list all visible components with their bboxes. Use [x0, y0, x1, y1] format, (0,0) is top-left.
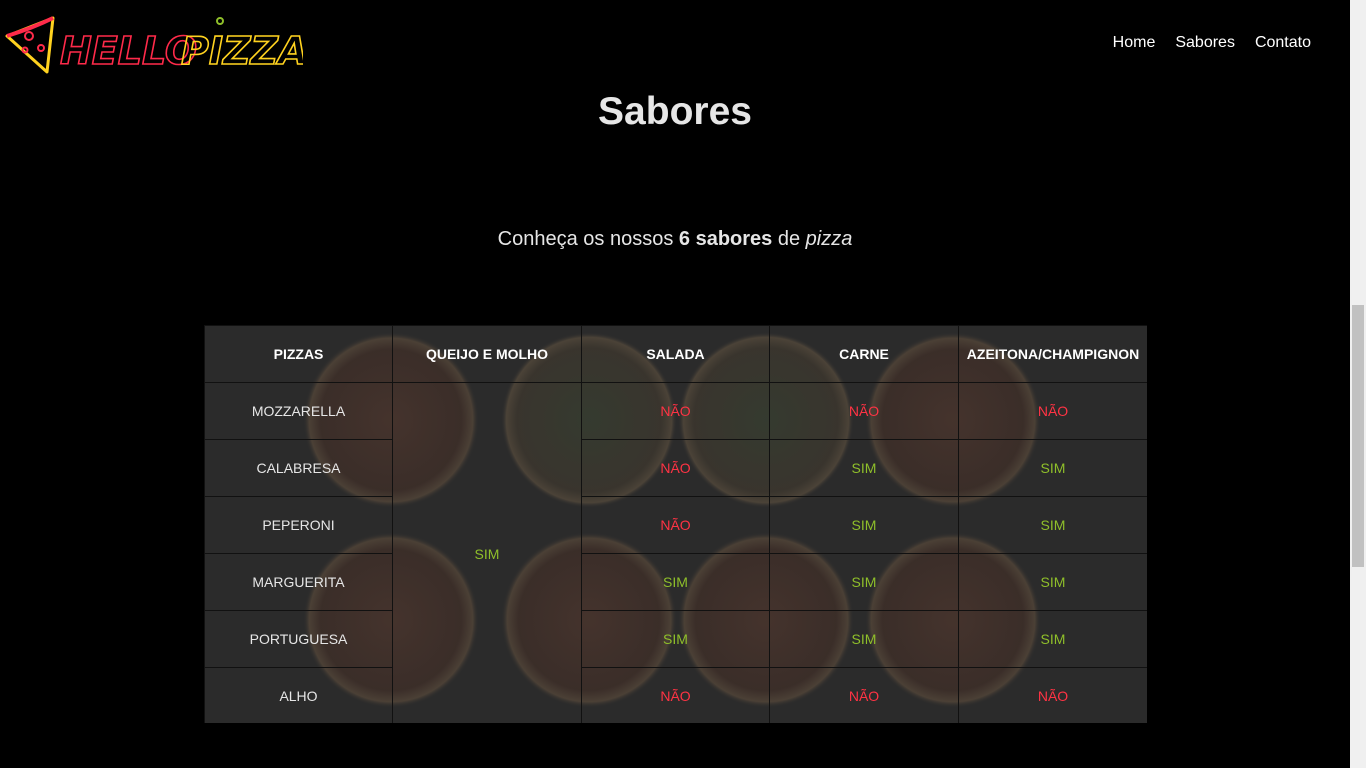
- table-row: MARGUERITA SIM SIM SIM: [204, 553, 1147, 611]
- carne-cell: NÃO: [769, 667, 959, 723]
- pizza-name: ALHO: [204, 667, 393, 723]
- site-header: HELLO PIZZA Home Sabores Contato: [0, 0, 1350, 90]
- subtitle-mid: de: [772, 228, 806, 250]
- page-title: Sabores: [598, 90, 752, 133]
- salada-cell: NÃO: [581, 496, 770, 554]
- table-row: PEPERONI NÃO SIM SIM: [204, 496, 1147, 554]
- queijo-molho-cell: SIM: [392, 382, 582, 723]
- salada-cell: SIM: [581, 553, 770, 611]
- carne-cell: NÃO: [769, 382, 959, 440]
- azeitona-cell: NÃO: [958, 382, 1147, 440]
- carne-cell: SIM: [769, 553, 959, 611]
- salada-cell: NÃO: [581, 439, 770, 497]
- salada-cell: NÃO: [581, 667, 770, 723]
- pizza-name: PORTUGUESA: [204, 610, 393, 668]
- flavors-table-wrapper: PIZZAS QUEIJO E MOLHO SALADA CARNE AZEIT…: [204, 325, 1147, 723]
- azeitona-cell: NÃO: [958, 667, 1147, 723]
- logo[interactable]: HELLO PIZZA: [3, 14, 303, 78]
- subtitle-italic: pizza: [805, 228, 853, 250]
- azeitona-cell: SIM: [958, 610, 1147, 668]
- azeitona-cell: SIM: [958, 496, 1147, 554]
- pizza-name: PEPERONI: [204, 496, 393, 554]
- table-row: MOZZARELLA SIM NÃO NÃO NÃO: [204, 382, 1147, 723]
- logo-pizza-text: PIZZA: [181, 29, 303, 73]
- azeitona-cell: SIM: [958, 439, 1147, 497]
- pizza-name: MARGUERITA: [204, 553, 393, 611]
- col-header-pizzas: PIZZAS: [204, 325, 393, 383]
- page-subtitle: Conheça os nossos 6 sabores de pizza: [0, 228, 1350, 251]
- nav-sabores[interactable]: Sabores: [1175, 34, 1235, 52]
- pizza-slice-icon: HELLO PIZZA: [5, 16, 303, 74]
- nav-contato[interactable]: Contato: [1255, 34, 1311, 52]
- logo-hello-text: HELLO: [60, 29, 197, 73]
- carne-cell: SIM: [769, 439, 959, 497]
- subtitle-bold: 6 sabores: [678, 228, 773, 250]
- carne-cell: SIM: [769, 610, 959, 668]
- table-row: CALABRESA NÃO SIM SIM: [204, 439, 1147, 497]
- subtitle-pre: Conheça os nossos: [497, 228, 679, 250]
- scrollbar-thumb[interactable]: [1352, 305, 1364, 567]
- main-nav: Home Sabores Contato: [1113, 34, 1311, 52]
- table-row: PORTUGUESA SIM SIM SIM: [204, 610, 1147, 668]
- carne-cell: SIM: [769, 496, 959, 554]
- col-header-queijo-molho: QUEIJO E MOLHO: [392, 325, 582, 383]
- salada-cell: NÃO: [581, 382, 770, 440]
- nav-home[interactable]: Home: [1113, 34, 1156, 52]
- pizza-name: CALABRESA: [204, 439, 393, 497]
- table-header-row: PIZZAS QUEIJO E MOLHO SALADA CARNE AZEIT…: [204, 325, 1147, 383]
- col-header-salada: SALADA: [581, 325, 770, 383]
- azeitona-cell: SIM: [958, 553, 1147, 611]
- vertical-scrollbar[interactable]: [1350, 0, 1366, 768]
- col-header-azeitona-champignon: AZEITONA/CHAMPIGNON: [958, 325, 1147, 383]
- pizza-name: MOZZARELLA: [204, 382, 393, 440]
- table-row: ALHO NÃO NÃO NÃO: [204, 667, 1147, 723]
- col-header-carne: CARNE: [769, 325, 959, 383]
- salada-cell: SIM: [581, 610, 770, 668]
- page: HELLO PIZZA Home Sabores Contato Sabores…: [0, 0, 1366, 768]
- flavors-table: PIZZAS QUEIJO E MOLHO SALADA CARNE AZEIT…: [204, 325, 1147, 723]
